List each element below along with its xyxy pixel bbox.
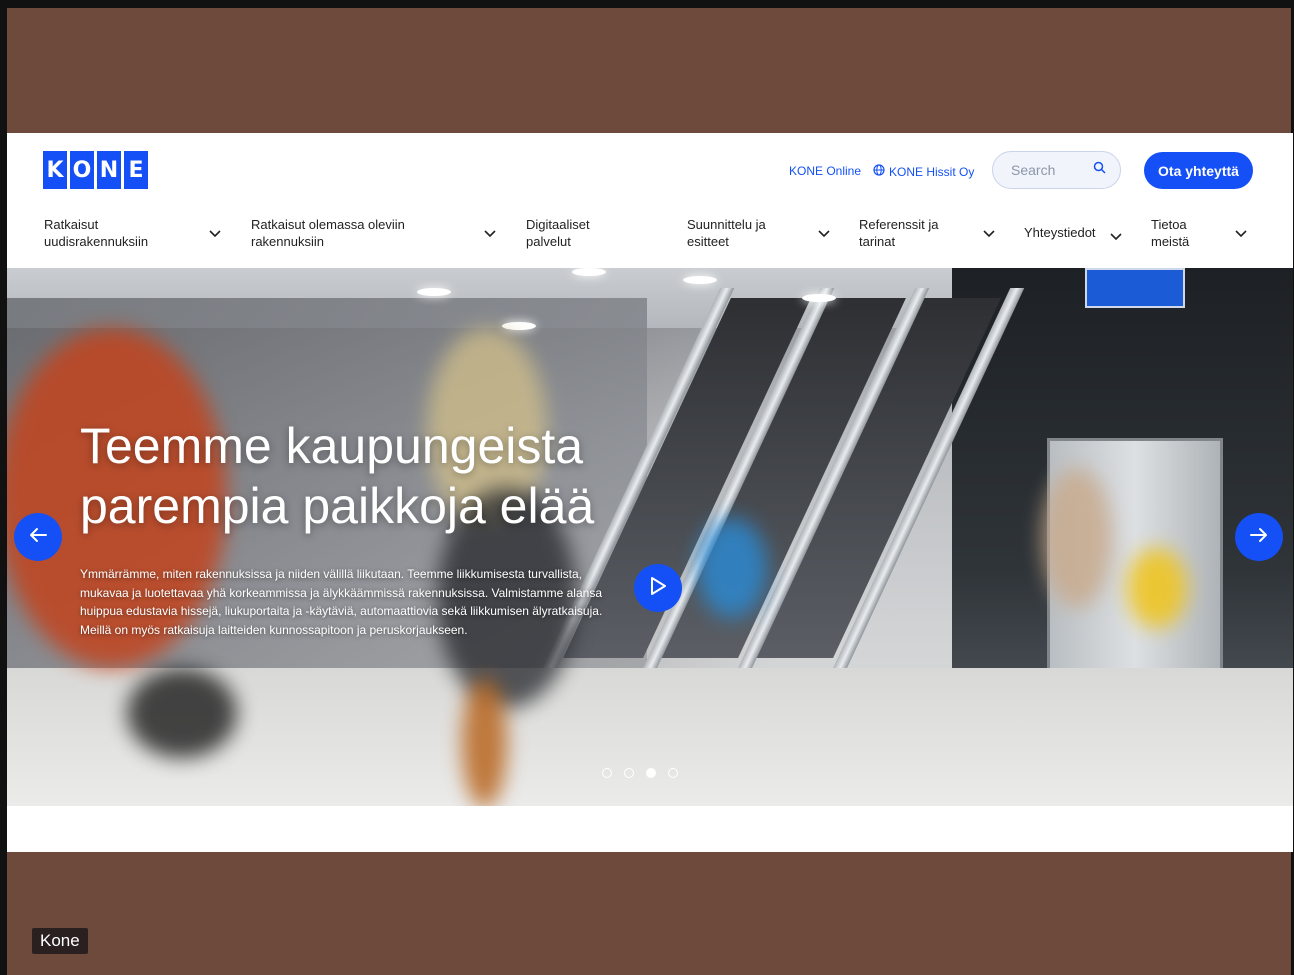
kone-online-link[interactable]: KONE Online <box>789 164 861 178</box>
carousel-dot[interactable] <box>668 768 678 778</box>
chevron-down-icon <box>209 225 221 242</box>
chevron-down-icon <box>1235 225 1247 242</box>
nav-item-about[interactable]: Tietoa meistä <box>1151 216 1256 250</box>
arrow-left-icon <box>28 527 48 548</box>
search-input[interactable] <box>1011 162 1091 178</box>
carousel-dot[interactable] <box>624 768 634 778</box>
chevron-down-icon <box>818 225 830 242</box>
nav-item-digital-services[interactable]: Digitaaliset palvelut <box>526 216 636 250</box>
chevron-down-icon <box>484 225 496 242</box>
hero-description: Ymmärrämme, miten rakennuksissa ja niide… <box>80 567 603 637</box>
logo-letter: E <box>124 151 148 189</box>
carousel-prev-button[interactable] <box>14 513 62 561</box>
search-icon[interactable] <box>1093 161 1106 179</box>
kone-website: K O N E KONE Online KONE Hissit Oy Ota y… <box>7 133 1293 852</box>
nav-item-new-buildings[interactable]: Ratkaisut uudisrakennuksiin <box>44 216 224 250</box>
nav-label: Digitaaliset <box>526 217 590 232</box>
carousel-dot[interactable] <box>602 768 612 778</box>
play-icon <box>649 576 667 601</box>
window-frame-top <box>0 0 1294 8</box>
nav-label: Suunnittelu ja <box>687 217 766 232</box>
play-video-button[interactable] <box>634 564 682 612</box>
nav-label: rakennuksiin <box>251 234 324 249</box>
contact-button[interactable]: Ota yhteyttä <box>1144 152 1253 189</box>
hero-title: Teemme kaupungeista parempia paikkoja el… <box>80 416 720 536</box>
nav-label: uudisrakennuksiin <box>44 234 149 249</box>
arrow-right-icon <box>1249 527 1269 548</box>
chevron-down-icon <box>983 225 995 242</box>
logo-letter: N <box>97 151 121 189</box>
carousel-dots <box>602 768 678 778</box>
hero-carousel: Teemme kaupungeista parempia paikkoja el… <box>7 268 1293 806</box>
nav-label: esitteet <box>687 234 729 249</box>
kone-logo[interactable]: K O N E <box>43 151 148 189</box>
logo-letter: K <box>43 151 67 189</box>
carousel-next-button[interactable] <box>1235 513 1283 561</box>
nav-item-design-brochures[interactable]: Suunnittelu ja esitteet <box>687 216 837 250</box>
nav-label: palvelut <box>526 234 571 249</box>
carousel-dot-active[interactable] <box>646 768 656 778</box>
nav-label: Yhteystiedot <box>1024 225 1096 240</box>
hero-title-line: parempia paikkoja elää <box>80 478 595 534</box>
slide-caption: Kone <box>32 928 88 954</box>
nav-item-references[interactable]: Referenssit ja tarinat <box>859 216 1004 250</box>
nav-item-contact[interactable]: Yhteystiedot <box>1024 224 1124 241</box>
logo-letter: O <box>70 151 94 189</box>
search-box[interactable] <box>992 151 1121 189</box>
globe-icon <box>873 164 885 179</box>
kone-hissit-label: KONE Hissit Oy <box>889 164 975 179</box>
chevron-down-icon <box>1110 228 1122 245</box>
nav-item-existing-buildings[interactable]: Ratkaisut olemassa oleviin rakennuksiin <box>251 216 501 250</box>
window-frame-left <box>0 0 7 975</box>
kone-hissit-link[interactable]: KONE Hissit Oy <box>873 164 974 179</box>
nav-label: Ratkaisut <box>44 217 99 232</box>
hero-background-image <box>7 268 1293 806</box>
nav-label: Ratkaisut olemassa oleviin <box>251 217 405 232</box>
hero-title-line: Teemme kaupungeista <box>80 418 584 474</box>
elevator-accessibility-sign <box>1085 268 1185 308</box>
